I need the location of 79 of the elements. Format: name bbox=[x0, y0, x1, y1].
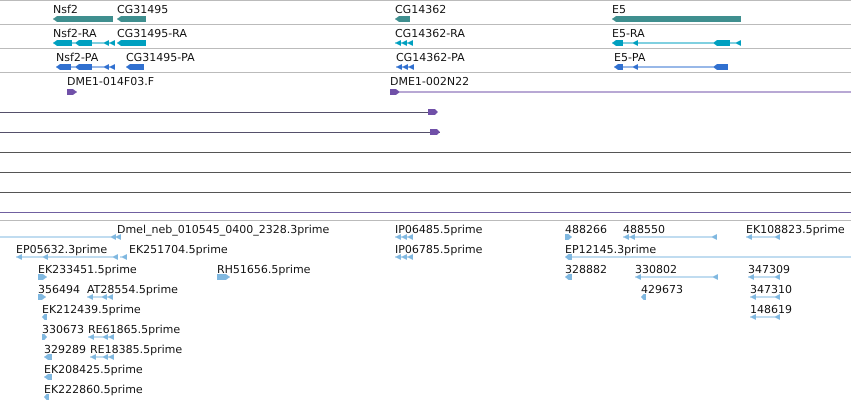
gene-label[interactable]: E5 bbox=[612, 3, 626, 16]
est-glyph[interactable] bbox=[748, 274, 780, 280]
est-glyph[interactable] bbox=[0, 234, 121, 240]
clone-label[interactable]: DME1-014F03.F bbox=[67, 75, 154, 88]
est-glyph[interactable] bbox=[746, 234, 780, 240]
est-label[interactable]: Dmel_neb_010545_0400_2328.3prime bbox=[117, 223, 330, 236]
est-label[interactable]: RH51656.5prime bbox=[217, 263, 310, 276]
est-label[interactable]: 429673 bbox=[641, 283, 683, 296]
est-glyph[interactable] bbox=[38, 274, 47, 280]
gene-label[interactable]: CG14362 bbox=[395, 3, 446, 16]
est-glyph[interactable] bbox=[565, 254, 851, 260]
est-label[interactable]: EK108823.5prime bbox=[746, 223, 845, 236]
est-label[interactable]: EK222860.5prime bbox=[44, 383, 143, 396]
est-glyph[interactable] bbox=[44, 374, 52, 380]
gene-glyph[interactable] bbox=[53, 16, 113, 22]
est-label[interactable]: RE18385.5prime bbox=[90, 343, 182, 356]
transcript-label[interactable]: E5-RA bbox=[612, 27, 645, 40]
translation-label[interactable]: E5-PA bbox=[614, 51, 646, 64]
est-glyph[interactable] bbox=[87, 294, 113, 300]
translation-glyph[interactable] bbox=[614, 64, 728, 70]
est-glyph[interactable] bbox=[44, 354, 52, 360]
est-label[interactable]: EP05632.3prime bbox=[16, 243, 108, 256]
clone-label[interactable]: DME1-002N22 bbox=[390, 75, 470, 88]
est-label[interactable]: 488550 bbox=[623, 223, 665, 236]
est-glyph[interactable] bbox=[565, 234, 572, 240]
transcript-glyph[interactable] bbox=[612, 40, 741, 46]
est-glyph[interactable] bbox=[750, 294, 780, 300]
transcript-label[interactable]: CG14362-RA bbox=[395, 27, 465, 40]
est-glyph[interactable] bbox=[750, 314, 780, 320]
gene-glyph[interactable] bbox=[395, 16, 410, 22]
est-label[interactable]: RE61865.5prime bbox=[88, 323, 180, 336]
clone-glyph[interactable] bbox=[390, 89, 851, 95]
translation-label[interactable]: CG14362-PA bbox=[396, 51, 465, 64]
transcript-glyph[interactable] bbox=[53, 40, 115, 46]
est-label[interactable]: EK233451.5prime bbox=[38, 263, 137, 276]
est-label[interactable]: IP06485.5prime bbox=[395, 223, 482, 236]
transcript-glyph[interactable] bbox=[395, 40, 413, 46]
est-glyph[interactable] bbox=[565, 274, 572, 280]
est-glyph[interactable] bbox=[38, 294, 46, 300]
transcript-glyph[interactable] bbox=[117, 40, 146, 46]
est-glyph[interactable] bbox=[88, 334, 114, 340]
est-glyph[interactable] bbox=[42, 334, 47, 340]
transcript-label[interactable]: CG31495-RA bbox=[117, 27, 187, 40]
est-glyph[interactable] bbox=[623, 234, 717, 240]
est-glyph[interactable] bbox=[395, 234, 413, 240]
gene-label[interactable]: Nsf2 bbox=[53, 3, 78, 16]
transcript-label[interactable]: Nsf2-RA bbox=[53, 27, 97, 40]
gene-label[interactable]: CG31495 bbox=[117, 3, 168, 16]
translation-glyph[interactable] bbox=[396, 64, 414, 70]
est-label[interactable]: 488266 bbox=[565, 223, 607, 236]
est-label[interactable]: EK208425.5prime bbox=[44, 363, 143, 376]
est-label[interactable]: 330673 bbox=[42, 323, 84, 336]
est-glyph[interactable] bbox=[42, 314, 47, 320]
est-glyph[interactable] bbox=[641, 294, 646, 300]
est-label[interactable]: 148619 bbox=[750, 303, 792, 316]
est-label[interactable]: EK212439.5prime bbox=[42, 303, 141, 316]
est-label[interactable]: 330802 bbox=[635, 263, 677, 276]
est-label[interactable]: 347310 bbox=[750, 283, 792, 296]
est-glyph[interactable] bbox=[395, 254, 413, 260]
clone-glyph[interactable] bbox=[67, 89, 77, 95]
est-label[interactable]: EK251704.5prime bbox=[129, 243, 228, 256]
est-label[interactable]: AT28554.5prime bbox=[87, 283, 178, 296]
est-label[interactable]: 356494 bbox=[38, 283, 80, 296]
est-glyph[interactable] bbox=[635, 274, 718, 280]
translation-label[interactable]: Nsf2-PA bbox=[56, 51, 98, 64]
est-glyph[interactable] bbox=[90, 354, 114, 360]
est-label[interactable]: IP06785.5prime bbox=[395, 243, 482, 256]
est-label[interactable]: EP12145.3prime bbox=[565, 243, 656, 256]
est-label[interactable]: 328882 bbox=[565, 263, 607, 276]
translation-glyph[interactable] bbox=[56, 64, 115, 70]
est-label[interactable]: 329289 bbox=[44, 343, 86, 356]
gene-glyph[interactable] bbox=[117, 16, 146, 22]
est-glyph[interactable] bbox=[217, 274, 230, 280]
translation-glyph[interactable] bbox=[126, 64, 144, 70]
est-glyph[interactable] bbox=[120, 254, 127, 260]
est-glyph[interactable] bbox=[44, 394, 49, 400]
est-label[interactable]: 347309 bbox=[748, 263, 790, 276]
est-glyph[interactable] bbox=[16, 254, 118, 260]
translation-label[interactable]: CG31495-PA bbox=[126, 51, 195, 64]
